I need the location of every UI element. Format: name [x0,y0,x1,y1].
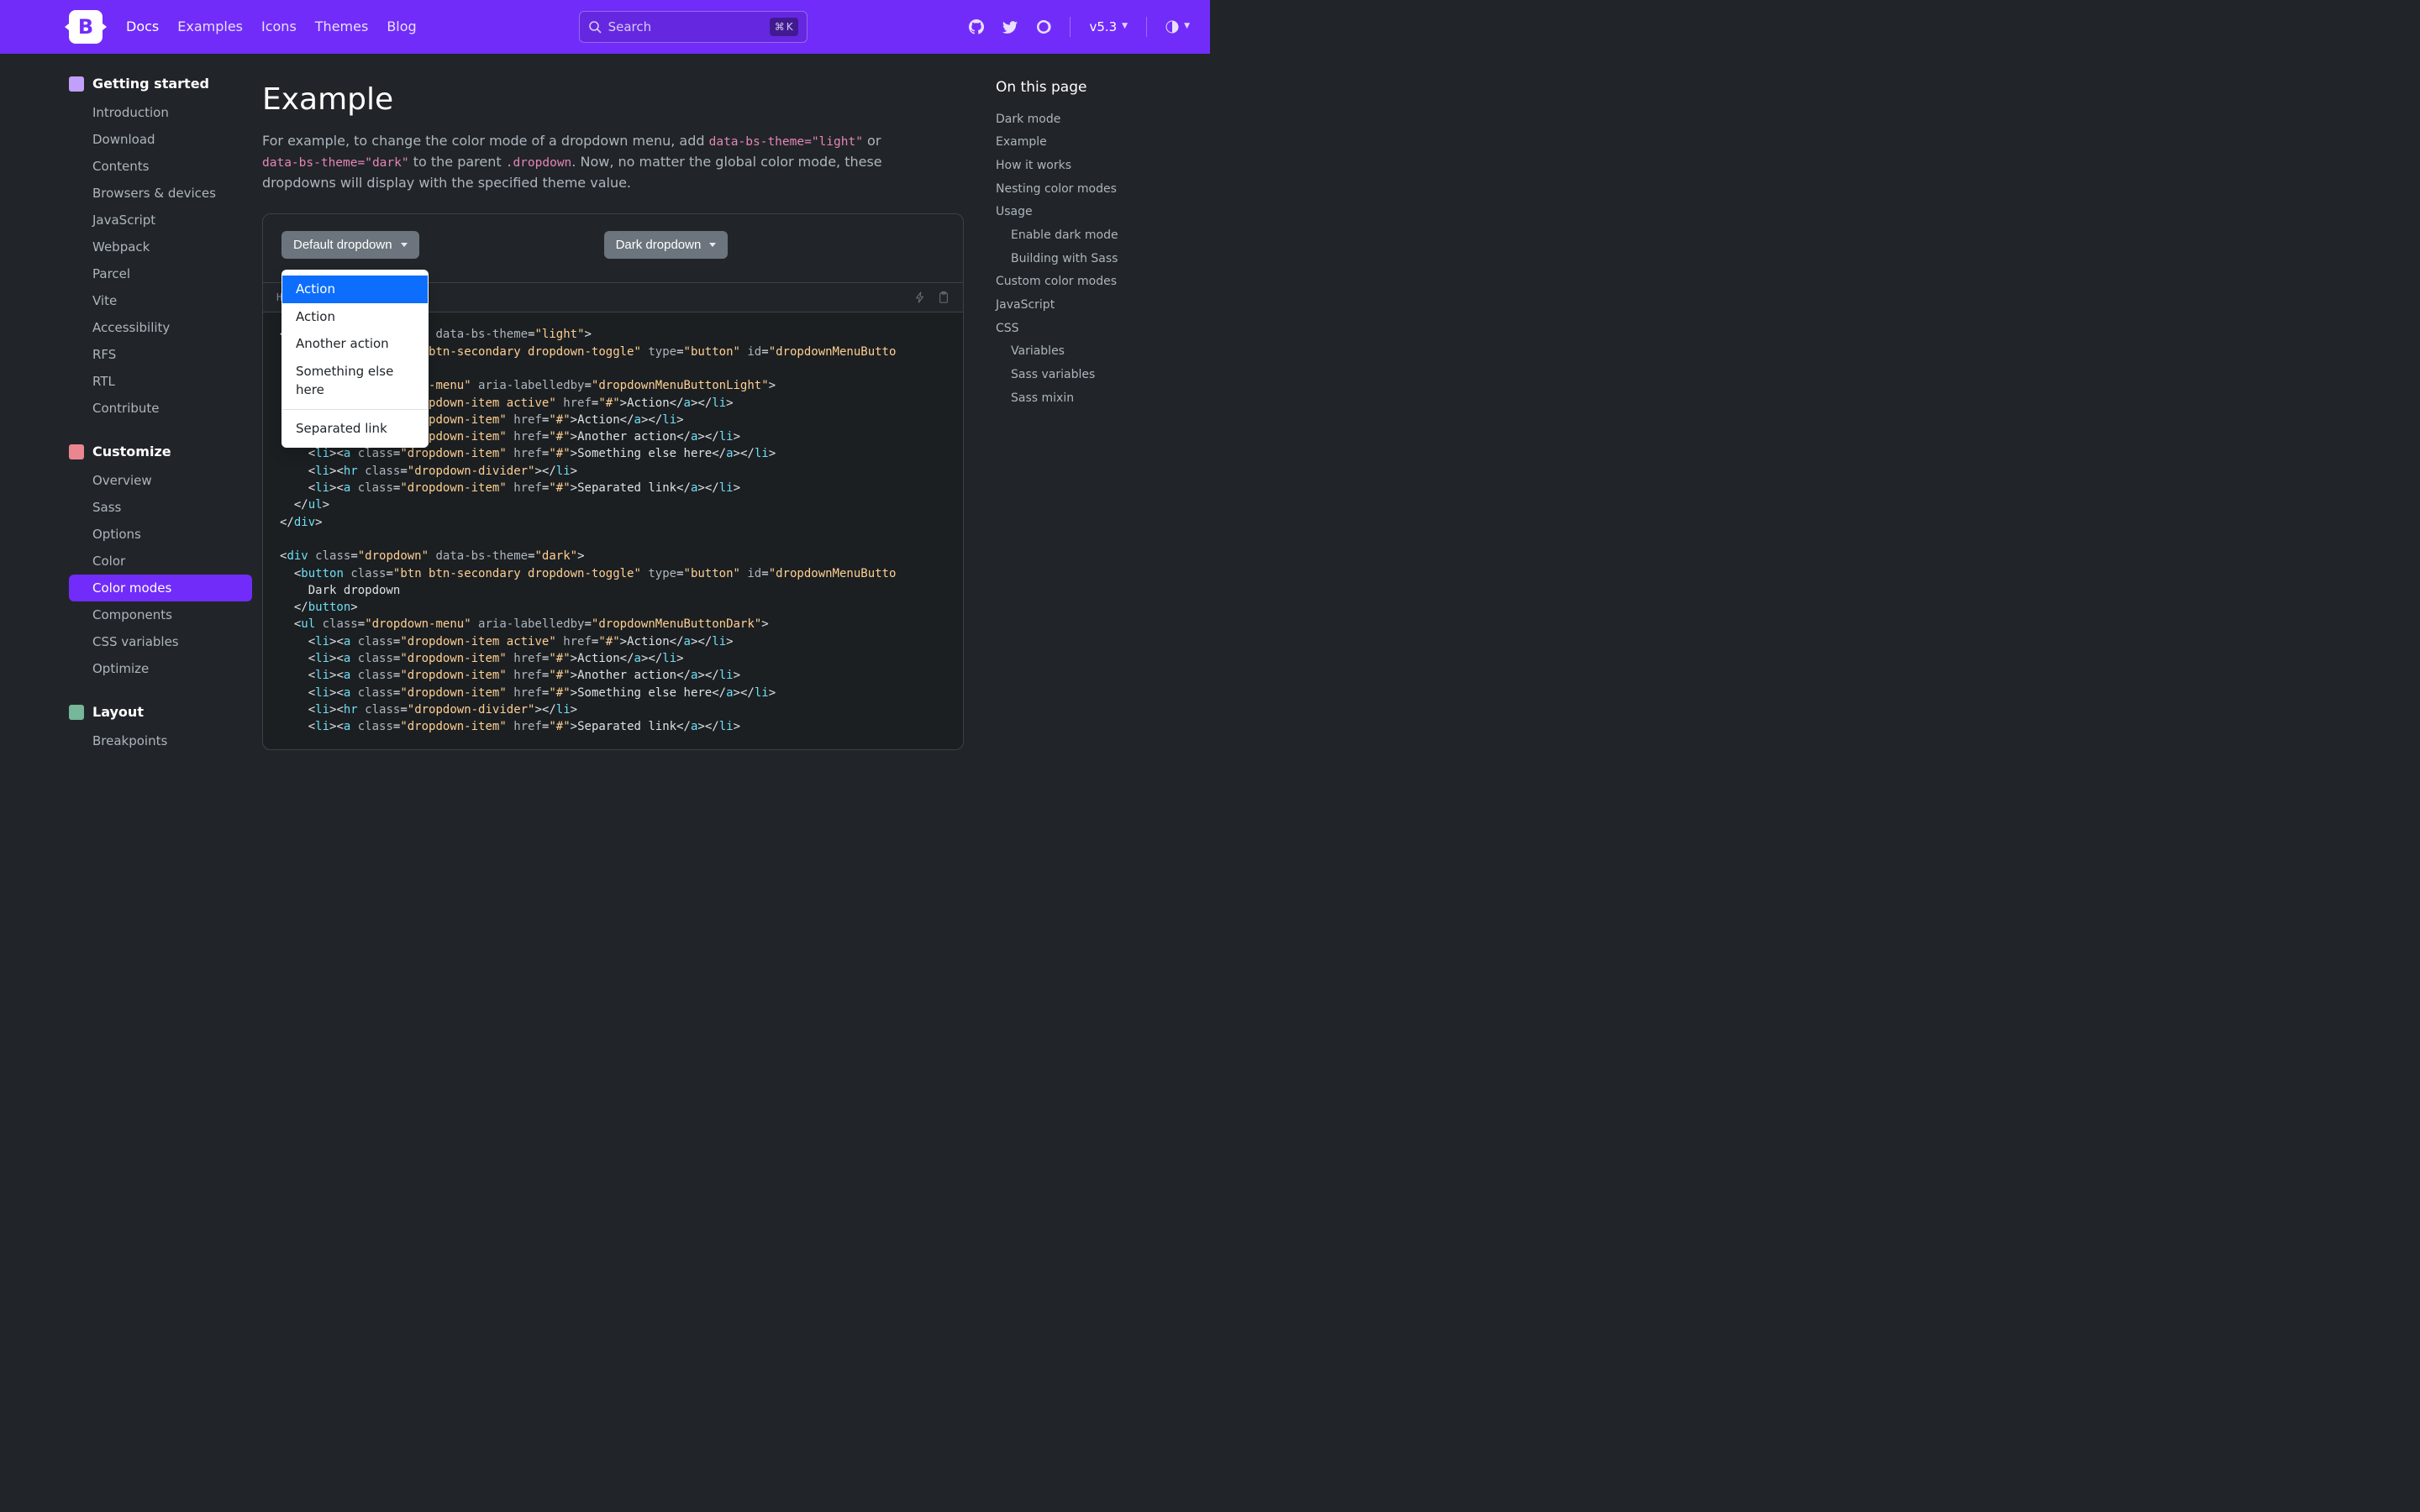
sidebar-item-vite[interactable]: Vite [69,287,252,314]
search-icon [588,20,602,34]
bootstrap-logo[interactable]: B [69,10,103,44]
sidebar-group-icon [69,76,84,92]
sidebar-item-options[interactable]: Options [69,521,252,548]
twitter-icon[interactable] [1002,19,1018,34]
nav-links: Docs Examples Icons Themes Blog [126,17,417,37]
toc-item-custom-color-modes[interactable]: Custom color modes [996,273,1190,291]
nav-separator [1146,17,1147,37]
sidebar-item-sass[interactable]: Sass [69,494,252,521]
sidebar-item-contribute[interactable]: Contribute [69,395,252,422]
nav-link-examples[interactable]: Examples [177,17,243,37]
top-navbar: B DocsExamplesIconsThemesBlog Search ⌘K … [0,0,1210,54]
sidebar-item-webpack[interactable]: Webpack [69,234,252,260]
sidebar-header-layout[interactable]: Layout [69,702,252,722]
search-input[interactable]: Search ⌘K [579,11,808,43]
sidebar-item-contents[interactable]: Contents [69,153,252,180]
nav-link-icons[interactable]: Icons [261,17,297,37]
default-dropdown-button[interactable]: Default dropdown [281,231,419,259]
toc-item-building-with-sass[interactable]: Building with Sass [996,250,1190,269]
sidebar-item-css-variables[interactable]: CSS variables [69,628,252,655]
chevron-down-icon [401,243,408,247]
sidebar-item-javascript[interactable]: JavaScript [69,207,252,234]
toc-item-example[interactable]: Example [996,134,1190,152]
toc-item-sass-mixin[interactable]: Sass mixin [996,390,1190,408]
sidebar-item-optimize[interactable]: Optimize [69,655,252,682]
clipboard-icon[interactable] [938,291,950,304]
search-placeholder: Search [608,18,763,37]
sidebar-item-breakpoints[interactable]: Breakpoints [69,727,252,754]
nav-link-blog[interactable]: Blog [387,17,416,37]
sidebar-header-getting-started[interactable]: Getting started [69,74,252,94]
sidebar: Getting started IntroductionDownloadConte… [0,54,262,756]
main-content: Example For example, to change the color… [262,54,987,756]
example-card: Default dropdown ActionActionAnother act… [262,213,964,749]
sidebar-item-containers[interactable]: Containers [69,754,252,756]
lightning-icon[interactable] [914,291,926,304]
toc-item-usage[interactable]: Usage [996,203,1190,222]
toc-item-javascript[interactable]: JavaScript [996,297,1190,315]
toc-item-how-it-works[interactable]: How it works [996,157,1190,176]
sidebar-item-color[interactable]: Color [69,548,252,575]
table-of-contents: On this page Dark mode Example How it work… [987,54,1210,756]
dropdown-menu: ActionActionAnother actionSomething else… [281,270,429,448]
sidebar-item-download[interactable]: Download [69,126,252,153]
nav-separator [1070,17,1071,37]
dropdown-divider [282,409,428,410]
nav-link-themes[interactable]: Themes [315,17,369,37]
intro-paragraph: For example, to change the color mode of… [262,131,901,193]
sidebar-item-introduction[interactable]: Introduction [69,99,252,126]
dropdown-item[interactable]: Something else here [282,358,428,404]
github-icon[interactable] [969,19,984,34]
sidebar-item-parcel[interactable]: Parcel [69,260,252,287]
sidebar-group-icon [69,444,84,459]
search-kbd: ⌘K [770,18,798,36]
sidebar-item-browsers-devices[interactable]: Browsers & devices [69,180,252,207]
half-circle-icon [1165,20,1179,34]
nav-link-docs[interactable]: Docs [126,17,159,37]
toc-title: On this page [996,77,1190,99]
nav-right: v5.3▼ ▼ [969,17,1190,37]
sidebar-item-accessibility[interactable]: Accessibility [69,314,252,341]
sidebar-item-components[interactable]: Components [69,601,252,628]
toc-item-variables[interactable]: Variables [996,343,1190,361]
toc-item-nesting-color-modes[interactable]: Nesting color modes [996,181,1190,199]
toc-item-enable-dark-mode[interactable]: Enable dark mode [996,227,1190,245]
toc-item-sass-variables[interactable]: Sass variables [996,366,1190,385]
sidebar-item-rfs[interactable]: RFS [69,341,252,368]
sidebar-item-color-modes[interactable]: Color modes [69,575,252,601]
dropdown-item[interactable]: Action [282,276,428,303]
toc-item-dark-mode[interactable]: Dark mode [996,111,1190,129]
sidebar-item-overview[interactable]: Overview [69,467,252,494]
sidebar-item-rtl[interactable]: RTL [69,368,252,395]
dropdown-item[interactable]: Separated link [282,415,428,443]
chevron-down-icon [709,243,716,247]
opencollective-icon[interactable] [1036,19,1051,34]
dropdown-item[interactable]: Action [282,303,428,331]
dropdown-item[interactable]: Another action [282,330,428,358]
theme-toggle[interactable]: ▼ [1165,20,1190,34]
sidebar-group-icon [69,705,84,720]
sidebar-header-customize[interactable]: Customize [69,442,252,462]
version-dropdown[interactable]: v5.3▼ [1089,18,1128,37]
toc-item-css[interactable]: CSS [996,320,1190,339]
page-heading: Example [262,77,964,123]
dark-dropdown-button[interactable]: Dark dropdown [604,231,729,259]
